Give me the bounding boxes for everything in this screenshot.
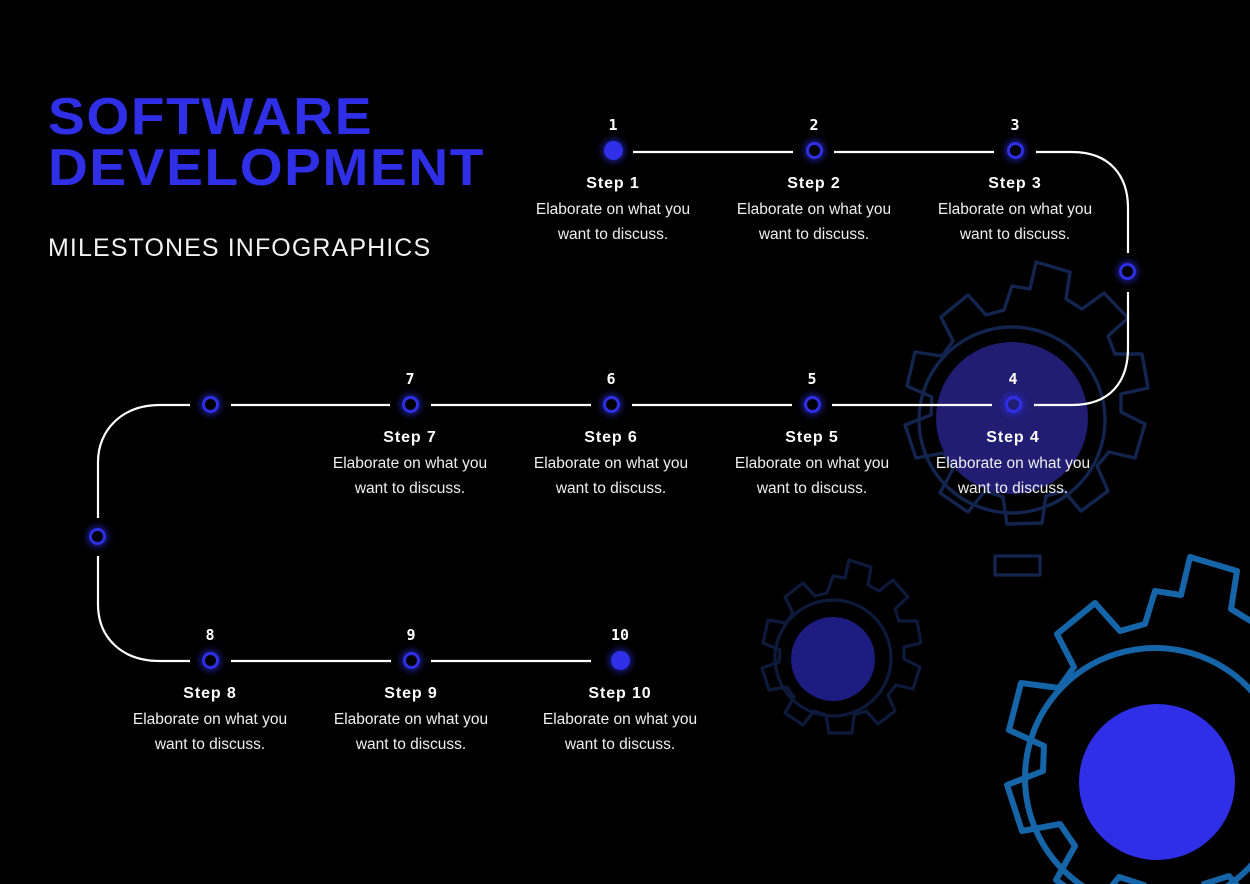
step-desc-7: Elaborate on what you want to discuss. bbox=[332, 455, 488, 498]
step-label-7: Step 7 bbox=[383, 429, 437, 446]
step-marker-wrap-2 bbox=[724, 139, 904, 161]
step-marker-wrap-8 bbox=[120, 649, 300, 671]
corner-ring-right bbox=[1119, 263, 1136, 280]
step-desc-1: Elaborate on what you want to discuss. bbox=[535, 201, 691, 244]
step-number-8: 8 bbox=[205, 626, 215, 644]
step-node-10[interactable]: 10 Step 10 Elaborate on what you want to… bbox=[530, 628, 710, 757]
step-label-5: Step 5 bbox=[785, 429, 839, 446]
step-label-10: Step 10 bbox=[588, 685, 652, 702]
step-number-10: 10 bbox=[610, 626, 630, 644]
step-marker-5[interactable] bbox=[803, 395, 821, 413]
step-marker-10[interactable] bbox=[610, 650, 630, 670]
step-marker-wrap-9 bbox=[321, 649, 501, 671]
step-node-4[interactable]: 4 Step 4 Elaborate on what you want to d… bbox=[923, 372, 1103, 501]
step-marker-8[interactable] bbox=[201, 651, 219, 669]
step-number-4: 4 bbox=[1008, 370, 1018, 388]
step-node-1[interactable]: 1 Step 1 Elaborate on what you want to d… bbox=[523, 118, 703, 247]
step-marker-6[interactable] bbox=[602, 395, 620, 413]
step-marker-wrap-7 bbox=[320, 393, 500, 415]
step-node-8[interactable]: 8 Step 8 Elaborate on what you want to d… bbox=[120, 628, 300, 757]
connector-curve-left-top bbox=[96, 403, 190, 518]
step-marker-7[interactable] bbox=[401, 395, 419, 413]
step-desc-10: Elaborate on what you want to discuss. bbox=[542, 711, 698, 754]
step-label-9: Step 9 bbox=[384, 685, 438, 702]
step-node-3[interactable]: 3 Step 3 Elaborate on what you want to d… bbox=[925, 118, 1105, 247]
step-number-3: 3 bbox=[1010, 116, 1020, 134]
step-desc-9: Elaborate on what you want to discuss. bbox=[333, 711, 489, 754]
title-block: SOFTWARE DEVELOPMENT MILESTONES INFOGRAP… bbox=[48, 91, 483, 263]
step-desc-2: Elaborate on what you want to discuss. bbox=[736, 201, 892, 244]
step-number-2: 2 bbox=[809, 116, 819, 134]
step-desc-3: Elaborate on what you want to discuss. bbox=[937, 201, 1093, 244]
step-desc-5: Elaborate on what you want to discuss. bbox=[734, 455, 890, 498]
step-marker-wrap-10 bbox=[530, 649, 710, 671]
step-node-6[interactable]: 6 Step 6 Elaborate on what you want to d… bbox=[521, 372, 701, 501]
step-marker-wrap-6 bbox=[521, 393, 701, 415]
step-marker-9[interactable] bbox=[402, 651, 420, 669]
step-label-8: Step 8 bbox=[183, 685, 237, 702]
step-node-5[interactable]: 5 Step 5 Elaborate on what you want to d… bbox=[722, 372, 902, 501]
infographic-canvas: SOFTWARE DEVELOPMENT MILESTONES INFOGRAP… bbox=[0, 0, 1250, 884]
step-node-2[interactable]: 2 Step 2 Elaborate on what you want to d… bbox=[724, 118, 904, 247]
gear-small-sliver-icon bbox=[993, 554, 1042, 577]
step-desc-6: Elaborate on what you want to discuss. bbox=[533, 455, 689, 498]
step-label-2: Step 2 bbox=[787, 175, 841, 192]
step-number-5: 5 bbox=[807, 370, 817, 388]
step-marker-wrap-1 bbox=[523, 139, 703, 161]
step-node-7[interactable]: 7 Step 7 Elaborate on what you want to d… bbox=[320, 372, 500, 501]
step-desc-4: Elaborate on what you want to discuss. bbox=[935, 455, 1091, 498]
step-label-3: Step 3 bbox=[988, 175, 1042, 192]
step-node-9[interactable]: 9 Step 9 Elaborate on what you want to d… bbox=[321, 628, 501, 757]
step-marker-3[interactable] bbox=[1006, 141, 1024, 159]
step-marker-4[interactable] bbox=[1004, 395, 1022, 413]
step-number-1: 1 bbox=[608, 116, 618, 134]
step-number-7: 7 bbox=[405, 370, 415, 388]
step-marker-wrap-3 bbox=[925, 139, 1105, 161]
gear-medium-icon bbox=[760, 558, 923, 735]
step-marker-wrap-4 bbox=[923, 393, 1103, 415]
page-title: SOFTWARE DEVELOPMENT bbox=[48, 88, 486, 197]
page-subtitle: MILESTONES INFOGRAPHICS bbox=[48, 233, 432, 262]
step-label-4: Step 4 bbox=[986, 429, 1040, 446]
step-desc-8: Elaborate on what you want to discuss. bbox=[132, 711, 288, 754]
corner-ring-middle-left bbox=[202, 396, 219, 413]
step-label-1: Step 1 bbox=[586, 175, 640, 192]
gear-large-icon bbox=[1004, 554, 1250, 884]
step-number-6: 6 bbox=[606, 370, 616, 388]
step-marker-2[interactable] bbox=[805, 141, 823, 159]
step-number-9: 9 bbox=[406, 626, 416, 644]
corner-ring-left bbox=[89, 528, 106, 545]
step-marker-wrap-5 bbox=[722, 393, 902, 415]
step-label-6: Step 6 bbox=[584, 429, 638, 446]
step-marker-1[interactable] bbox=[603, 140, 623, 160]
